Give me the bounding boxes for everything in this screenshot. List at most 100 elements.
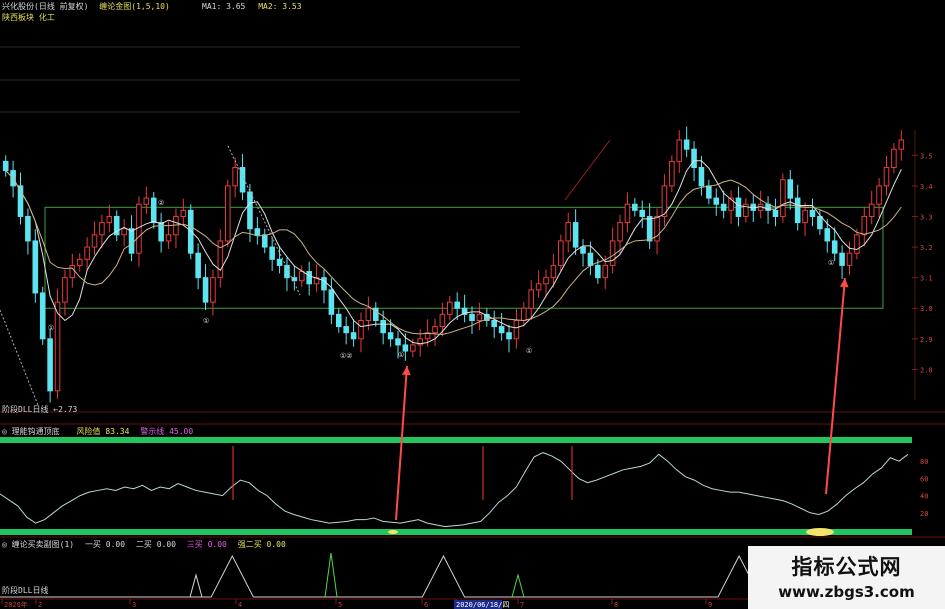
y-tick-label: 3.4 (920, 183, 933, 191)
consolidation-box (44, 206, 884, 309)
sub2-item-4: 强二买 0.00 (237, 540, 286, 549)
candle (587, 252, 594, 266)
candle (39, 292, 46, 340)
sub1-header: ◎ 理能钩通顶底 风险值 83.34 警示线 45.00 (2, 427, 193, 437)
sub2-item-2: 二买 0.00 (135, 540, 176, 549)
sub2-prefix: 阶段DLL日线 (2, 586, 49, 595)
trend-line (227, 145, 301, 296)
chart-canvas: 2.82.93.03.13.23.33.43.5①①② ① ①①②①20406080… (0, 46, 945, 609)
date-label: 2020年 (4, 600, 28, 609)
candle (528, 289, 535, 309)
candle (772, 209, 779, 217)
red-arrow-head (839, 278, 849, 288)
candle (254, 228, 261, 236)
sub2-name[interactable]: 缠论买卖副图(1) (12, 540, 74, 549)
candle (595, 264, 601, 279)
candle (284, 264, 290, 279)
candle (195, 252, 201, 279)
date-label: 4 (238, 601, 242, 609)
candle (328, 289, 335, 315)
date-label: 5 (338, 601, 342, 609)
candle (380, 319, 386, 334)
buy-mark: ①② (340, 352, 353, 360)
candle (794, 197, 801, 224)
candle (447, 301, 453, 315)
buy-mark: ① (48, 324, 54, 332)
buy-spike (511, 573, 525, 598)
candle (513, 319, 520, 340)
ma1-value: MA1: 3.65 (202, 2, 246, 11)
sub2-header: ◎ 缠论买卖副图(1) 一买 0.00 二买 0.00 三买 0.00 强二买 … (2, 540, 286, 550)
low-prefix: 阶段DLL日线 (2, 405, 49, 414)
sector-label: 陕西板块 化工 (2, 13, 55, 22)
candle (47, 338, 53, 392)
buy-mark: ② (158, 199, 164, 207)
stock-chart-app: 2.8 2.9 3.0 3.1 3.2 3.3 3.4 3.5 ① ①② ① ① ① ② ① 20 40 60 80… (0, 0, 945, 609)
bottom-signal (806, 528, 834, 536)
candle (491, 319, 498, 328)
candle (387, 332, 394, 340)
candle (861, 215, 868, 236)
lower-band (0, 529, 912, 535)
candle (669, 160, 675, 187)
ma2-value: MA2: 3.53 (258, 2, 302, 11)
low-annotation: 阶段DLL日线 ←2.73 (2, 405, 77, 415)
candle (224, 185, 231, 242)
y-tick-label: 2.8 (920, 366, 933, 374)
buy-mark: ① (398, 351, 404, 359)
candle (32, 240, 39, 294)
sub2-item-1: 一买 0.00 (84, 540, 126, 549)
y-tick-label: 3.2 (920, 244, 933, 252)
buy-spike (324, 552, 338, 598)
red-arrow-head (402, 366, 411, 376)
candle (506, 332, 512, 340)
candle (269, 246, 275, 260)
candle (839, 252, 845, 266)
candle (261, 234, 268, 248)
y-tick-label: 3.3 (920, 213, 933, 221)
candle (521, 307, 527, 321)
candle (535, 283, 542, 291)
date-label: 3 (132, 601, 136, 609)
candle (2, 160, 9, 172)
candle (646, 215, 653, 242)
candle (469, 313, 475, 321)
candle (106, 215, 113, 224)
osc-tick-label: 60 (920, 475, 928, 483)
candle (432, 326, 438, 334)
candle (498, 326, 505, 334)
candle (876, 185, 882, 205)
candle (476, 313, 483, 321)
candle (232, 167, 238, 187)
candle (609, 240, 616, 266)
candle (454, 301, 460, 309)
candle (558, 240, 564, 266)
candle (276, 258, 283, 266)
buy-spike (189, 573, 203, 598)
trend-line (0, 309, 39, 406)
candle (343, 326, 349, 334)
candle (787, 179, 794, 199)
sub1-name[interactable]: 理能钩通顶底 (12, 427, 60, 436)
candle (165, 234, 172, 242)
candle (602, 264, 609, 279)
candle (683, 139, 690, 150)
candle (706, 185, 712, 199)
bottom-signal (388, 530, 398, 534)
candle (202, 277, 209, 303)
stock-title[interactable]: 兴化股份(日线 前复权) (2, 2, 88, 11)
candle (698, 167, 705, 187)
date-label: 6 (424, 601, 428, 609)
candle (854, 234, 860, 254)
indicator-name[interactable]: 缠论金图(1,5,10) (99, 2, 170, 11)
candle (298, 271, 305, 282)
candle (720, 203, 727, 211)
candle (735, 197, 742, 217)
candle (824, 228, 831, 242)
candle (25, 215, 31, 242)
candle (143, 197, 150, 205)
date-label: 2020/06/18/四 (456, 601, 509, 609)
candle (210, 277, 216, 303)
candle (409, 344, 416, 352)
candle (846, 252, 853, 266)
